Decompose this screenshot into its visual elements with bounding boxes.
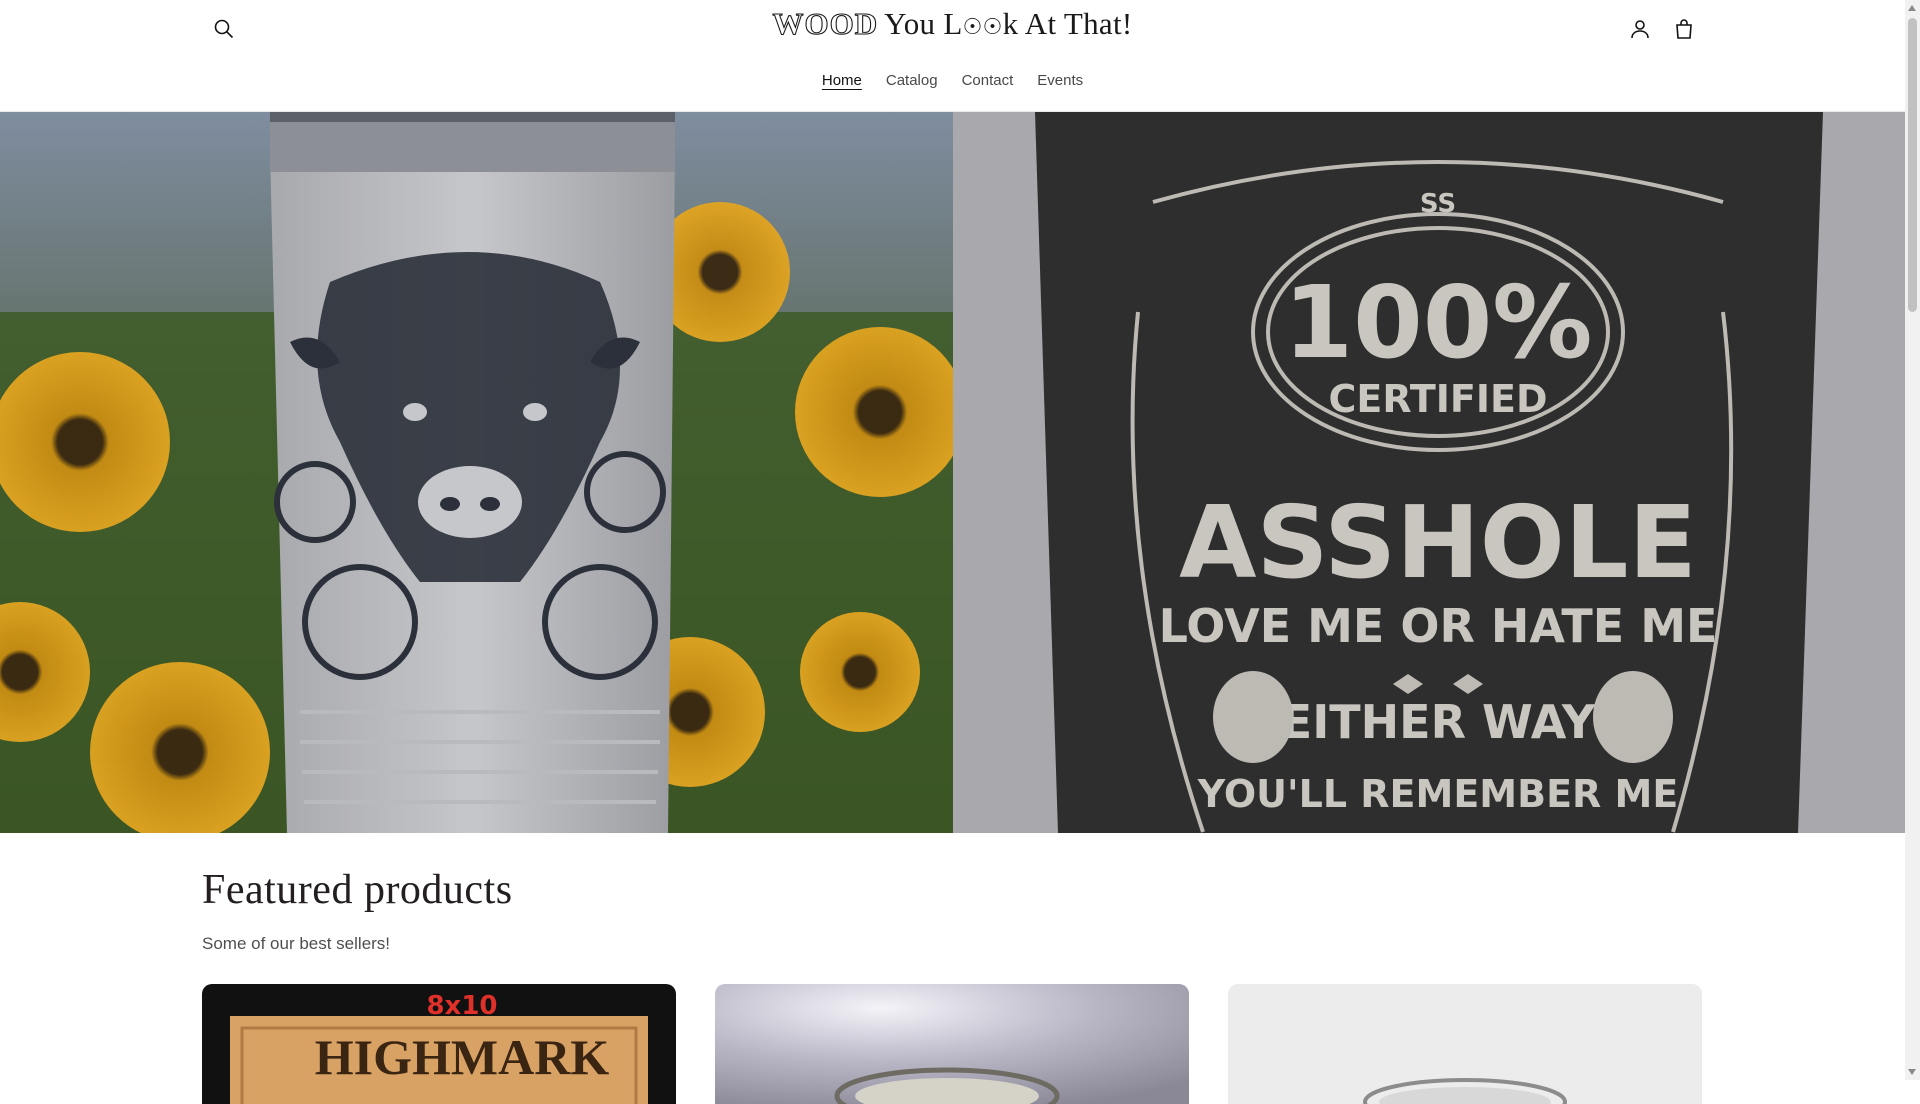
featured-products-subtitle: Some of our best sellers!	[202, 934, 391, 953]
hero-image-highland-calf-tumbler[interactable]	[0, 112, 953, 833]
product-size-label: 8x10	[426, 991, 497, 1021]
site-header: WOOD You L☉☉k At That! Home Catalog Conta…	[0, 0, 1905, 112]
cart-button[interactable]	[1662, 7, 1706, 51]
hero-image-certified-tumbler[interactable]: SS 100% CERTIFIED ASSHOLE LOVE ME OR HAT…	[953, 112, 1905, 833]
hero-main-word-text: ASSHOLE	[1179, 484, 1697, 601]
account-button[interactable]	[1618, 7, 1662, 51]
logo-text-part1: You L	[884, 6, 963, 41]
logo-wood-text: WOOD	[772, 5, 879, 41]
product-card-highmark-plaque[interactable]: 8x10 HIGHMARK	[202, 984, 676, 1104]
page-scrollbar[interactable]	[1905, 0, 1920, 1080]
cart-icon	[1676, 19, 1692, 39]
scroll-thumb[interactable]	[1908, 18, 1917, 312]
hero-percent-text: 100%	[1284, 264, 1593, 381]
hero-certified-text: CERTIFIED	[1328, 377, 1547, 421]
hero-remember-text: YOU'LL REMEMBER ME	[1197, 772, 1679, 816]
scroll-up-arrow-icon[interactable]	[1908, 5, 1916, 11]
hero-love-hate-text: LOVE ME OR HATE ME	[1159, 599, 1718, 653]
featured-products-grid: 8x10 HIGHMARK	[202, 984, 1702, 1104]
logo-eyes-glyph: ☉☉	[962, 14, 1003, 39]
nav-events[interactable]: Events	[1037, 72, 1083, 89]
scroll-down-arrow-icon[interactable]	[1908, 1069, 1916, 1075]
nav-home[interactable]: Home	[822, 72, 862, 89]
product-card-tumbler-3[interactable]	[1228, 984, 1702, 1104]
product-brand-label: HIGHMARK	[315, 1029, 610, 1085]
hero-either-way-text: EITHER WAY	[1281, 695, 1596, 749]
featured-products-heading: Featured products	[202, 867, 513, 913]
nav-contact[interactable]: Contact	[962, 72, 1014, 89]
hero-monogram-text: SS	[1420, 189, 1456, 219]
product-card-tumbler-2[interactable]	[715, 984, 1189, 1104]
logo-text-part2: k At That!	[1002, 6, 1133, 41]
main-nav: Home Catalog Contact Events	[0, 72, 1905, 89]
account-icon	[1631, 20, 1649, 39]
nav-catalog[interactable]: Catalog	[886, 72, 938, 89]
hero-banner: SS 100% CERTIFIED ASSHOLE LOVE ME OR HAT…	[0, 112, 1905, 833]
